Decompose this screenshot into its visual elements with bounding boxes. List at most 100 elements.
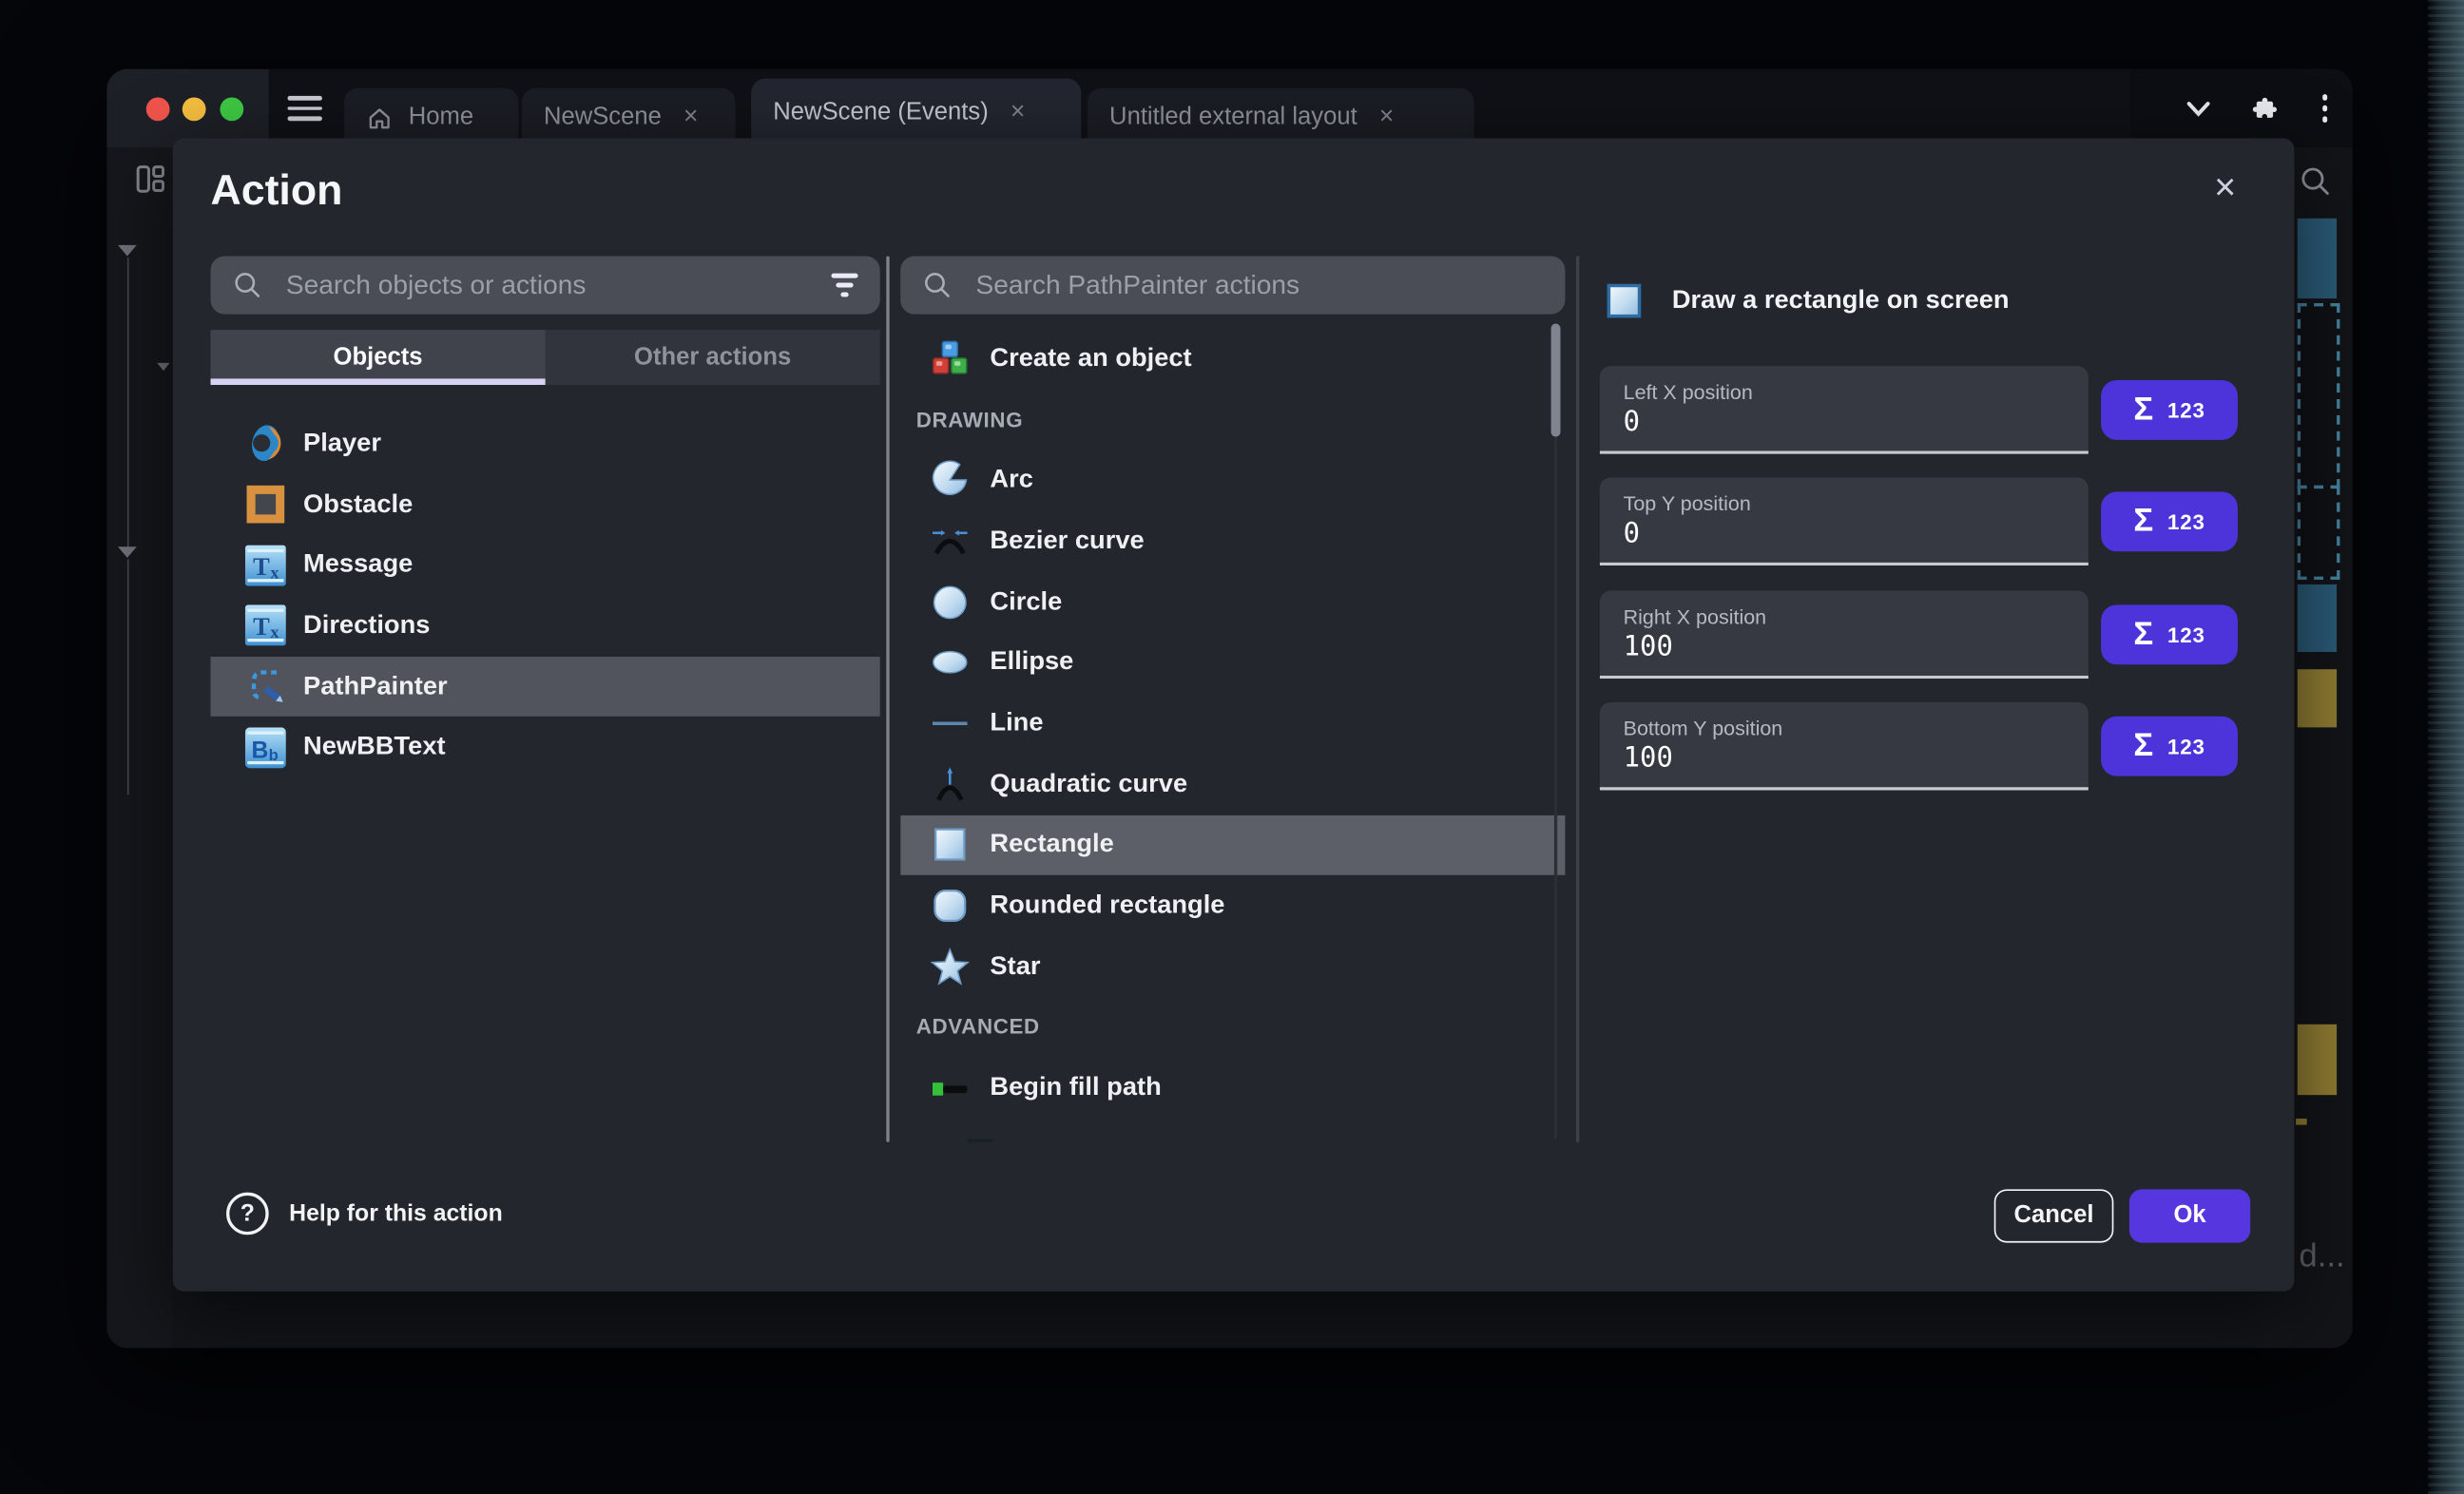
rectangle-icon: [1606, 283, 1642, 319]
action-item-line[interactable]: Line: [900, 693, 1565, 754]
object-item-obstacle[interactable]: Obstacle: [211, 474, 880, 535]
sigma-icon: Σ: [2133, 727, 2153, 765]
action-item-star[interactable]: Star: [900, 936, 1565, 997]
player-icon: [245, 423, 286, 464]
screen: Home NewScene × NewScene (Events) × Unti…: [0, 0, 2464, 1494]
action-item-arc[interactable]: Arc: [900, 450, 1565, 510]
field-value[interactable]: 0: [1624, 407, 1640, 438]
action-label: Star: [990, 951, 1040, 981]
extensions-puzzle-icon[interactable]: [2251, 93, 2281, 123]
tree-expander-icon: [118, 546, 137, 558]
section-header-drawing: DRAWING: [900, 389, 1565, 450]
tab-newscene-events[interactable]: NewScene (Events) ×: [751, 79, 1081, 148]
object-label: Message: [303, 550, 413, 580]
svg-text:b: b: [269, 746, 279, 764]
action-dialog: Action × Objects Other actions: [173, 138, 2295, 1291]
close-dialog-icon[interactable]: ×: [2204, 166, 2247, 210]
text-object-icon: Tx: [245, 545, 286, 585]
action-item-rounded-rectangle[interactable]: Rounded rectangle: [900, 875, 1565, 936]
panel-border: [1576, 256, 1579, 1141]
selected-action-header: Draw a rectangle on screen: [1600, 283, 2010, 319]
action-item-create-object[interactable]: Create an object: [900, 328, 1565, 389]
tree-guide-line: [127, 559, 129, 795]
field-right-x-position[interactable]: Right X position 100: [1600, 591, 2089, 680]
close-tab-icon[interactable]: ×: [1379, 104, 1394, 132]
action-label: Rectangle: [990, 830, 1113, 859]
search-actions-input[interactable]: [972, 268, 1543, 302]
clipped-action-icon: [967, 1140, 993, 1142]
sigma-icon: Σ: [2133, 392, 2153, 430]
main-menu-icon[interactable]: [288, 91, 322, 125]
svg-text:x: x: [270, 623, 279, 642]
field-top-y-position[interactable]: Top Y position 0: [1600, 478, 2089, 566]
actions-search-field[interactable]: [900, 256, 1565, 314]
action-list-scrollbar-thumb[interactable]: [1551, 324, 1561, 437]
field-left-x-position[interactable]: Left X position 0: [1600, 366, 2089, 454]
action-item-rectangle[interactable]: Rectangle: [900, 814, 1565, 875]
search-icon: [2299, 165, 2332, 199]
action-item-ellipse[interactable]: Ellipse: [900, 632, 1565, 693]
action-list-scrollbar-track[interactable]: [1554, 324, 1557, 1140]
events-tree-strip: [106, 147, 172, 1348]
numbers-icon: 123: [2167, 509, 2205, 533]
field-label: Left X position: [1624, 380, 1753, 404]
object-item-pathpainter[interactable]: PathPainter: [211, 657, 880, 718]
expression-editor-button[interactable]: Σ 123: [2101, 604, 2238, 664]
search-icon: [922, 270, 952, 299]
sigma-icon: Σ: [2133, 616, 2153, 654]
expression-editor-button[interactable]: Σ 123: [2101, 380, 2238, 440]
field-value[interactable]: 100: [1624, 743, 1673, 775]
tab-label: Home: [409, 104, 473, 132]
sigma-icon: Σ: [2133, 503, 2153, 541]
object-item-directions[interactable]: Tx Directions: [211, 596, 880, 657]
active-tab-underline: [211, 378, 546, 385]
action-label: Line: [990, 708, 1043, 737]
event-block: [2298, 219, 2337, 298]
search-objects-input[interactable]: [283, 268, 810, 302]
chevron-down-icon[interactable]: [2185, 100, 2210, 117]
panel-divider[interactable]: [886, 256, 889, 1141]
object-item-message[interactable]: Tx Message: [211, 535, 880, 596]
filter-icon[interactable]: [830, 274, 858, 297]
create-object-icon: [931, 339, 970, 378]
expression-editor-button[interactable]: Σ 123: [2101, 717, 2238, 776]
expression-editor-button[interactable]: Σ 123: [2101, 491, 2238, 551]
minimize-window-button[interactable]: [183, 97, 206, 121]
field-label: Top Y position: [1624, 491, 1751, 515]
action-item-bezier-curve[interactable]: Bezier curve: [900, 510, 1565, 571]
tab-objects[interactable]: Objects: [211, 330, 546, 385]
close-tab-icon[interactable]: ×: [683, 104, 698, 132]
tab-other-actions[interactable]: Other actions: [546, 330, 880, 385]
numbers-icon: 123: [2167, 622, 2205, 646]
action-item-clipped[interactable]: [900, 1119, 1565, 1142]
object-item-newbbtext[interactable]: Bb NewBBText: [211, 718, 880, 778]
action-item-quadratic-curve[interactable]: Quadratic curve: [900, 754, 1565, 814]
fullscreen-window-button[interactable]: [220, 97, 243, 121]
tree-expander-icon: [157, 363, 169, 371]
svg-text:x: x: [270, 563, 279, 582]
field-value[interactable]: 0: [1624, 519, 1640, 550]
more-options-kebab-icon[interactable]: [2321, 95, 2327, 123]
action-item-begin-fill-path[interactable]: Begin fill path: [900, 1058, 1565, 1119]
close-tab-icon[interactable]: ×: [1011, 99, 1025, 127]
event-block: [2298, 669, 2337, 727]
ok-button[interactable]: Ok: [2129, 1189, 2250, 1242]
close-window-button[interactable]: [146, 97, 170, 121]
path-painter-icon: [245, 666, 286, 707]
section-header-advanced: ADVANCED: [900, 997, 1565, 1058]
text-object-icon: Tx: [245, 605, 286, 646]
tab-label: Other actions: [634, 343, 791, 372]
object-item-player[interactable]: Player: [211, 413, 880, 474]
field-value[interactable]: 100: [1624, 632, 1673, 663]
numbers-icon: 123: [2167, 398, 2205, 422]
objects-search-field[interactable]: [211, 256, 880, 314]
dialog-title: Action: [211, 166, 343, 215]
cancel-button[interactable]: Cancel: [1994, 1189, 2114, 1242]
action-item-circle[interactable]: Circle: [900, 571, 1565, 632]
field-bottom-y-position[interactable]: Bottom Y position 100: [1600, 702, 2089, 791]
event-drop-zone: [2298, 303, 2340, 488]
action-label: Bezier curve: [990, 527, 1144, 556]
tree-expander-icon: [118, 245, 137, 257]
circle-icon: [931, 583, 970, 622]
help-for-action-link[interactable]: ? Help for this action: [226, 1193, 503, 1235]
